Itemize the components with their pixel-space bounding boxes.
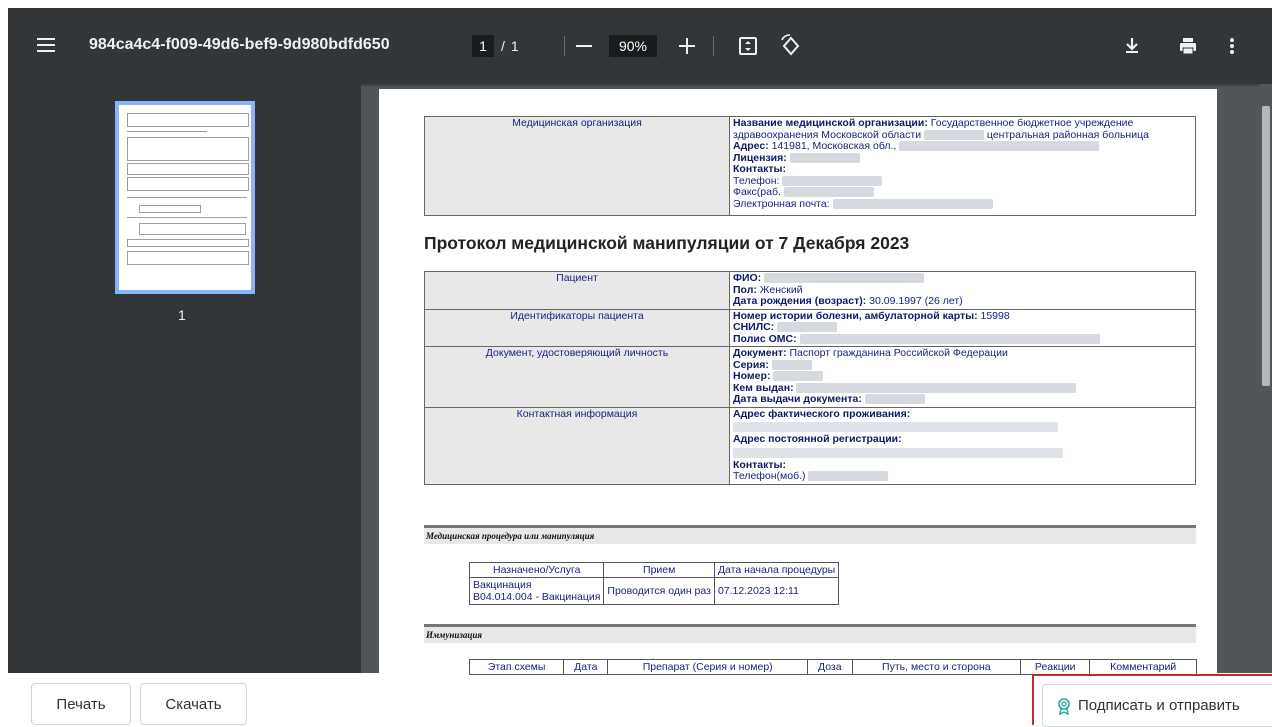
patient-table: Пациент ФИО: Пол: Женский Дата рождения … xyxy=(424,271,1196,485)
immunization-table: Этап схемы Дата Препарат (Серия и номер)… xyxy=(468,659,1197,675)
redacted xyxy=(733,447,1063,458)
sign-button-label: Подписать и отправить xyxy=(1078,697,1240,714)
procedure-section: Медицинская процедура или манипуляция xyxy=(424,525,1196,544)
procedure-table: Назначено/Услуга Прием Дата начала проце… xyxy=(468,562,840,605)
org-table: Медицинская организация Название медицин… xyxy=(424,116,1196,216)
procedure-header: Медицинская процедура или манипуляция xyxy=(424,528,1196,544)
document-heading: Протокол медицинской манипуляции от 7 Де… xyxy=(424,233,910,253)
pdf-toolbar: 984ca4c4-f009-49d6-bef9-9d980bdfd650 1 /… xyxy=(8,8,1272,84)
redacted xyxy=(832,198,993,209)
page-indicator: 1 / 1 xyxy=(472,35,519,57)
redacted xyxy=(764,273,925,284)
immunization-header: Иммунизация xyxy=(424,627,1196,643)
redacted xyxy=(789,152,860,163)
zoom-out-icon[interactable] xyxy=(573,32,595,60)
toolbar-divider xyxy=(564,36,565,56)
sign-highlight-frame: Подписать и отправить xyxy=(1032,674,1272,727)
download-icon[interactable] xyxy=(1121,32,1143,60)
redacted xyxy=(808,471,889,482)
redacted xyxy=(864,394,925,405)
page-separator: / xyxy=(501,38,505,54)
pdf-page: Медицинская организация Название медицин… xyxy=(379,89,1217,709)
page-total: 1 xyxy=(510,38,519,54)
immunization-section: Иммунизация xyxy=(424,624,1196,643)
thumbnail-sidebar: 1 xyxy=(8,84,361,673)
zoom-level[interactable]: 90% xyxy=(609,35,657,57)
zoom-in-icon[interactable] xyxy=(676,32,698,60)
print-icon[interactable] xyxy=(1176,32,1200,60)
redacted xyxy=(777,322,838,333)
vertical-scrollbar[interactable] xyxy=(1260,84,1272,673)
download-button[interactable]: Скачать xyxy=(140,683,247,725)
more-icon[interactable] xyxy=(1224,32,1240,60)
page-number-input[interactable]: 1 xyxy=(472,35,494,57)
redacted xyxy=(899,141,1100,152)
thumbnail-page-number: 1 xyxy=(178,307,186,323)
redacted xyxy=(924,129,984,140)
org-label: Медицинская организация xyxy=(424,116,730,216)
redacted xyxy=(799,333,1100,344)
sign-and-send-button[interactable]: Подписать и отправить xyxy=(1042,684,1272,727)
redacted xyxy=(782,175,883,186)
certificate-icon xyxy=(1058,697,1070,715)
toolbar-divider xyxy=(713,36,714,56)
rotate-icon[interactable] xyxy=(778,32,804,60)
print-button[interactable]: Печать xyxy=(31,683,131,725)
redacted xyxy=(773,371,824,382)
org-name-val: Государственное бюджетное учреждение xyxy=(930,117,1134,129)
scrollbar-thumb[interactable] xyxy=(1262,106,1270,386)
menu-icon[interactable] xyxy=(34,36,58,54)
redacted xyxy=(796,382,1077,393)
redacted xyxy=(783,187,874,198)
org-name-key: Название медицинской организации: xyxy=(733,117,928,129)
redacted xyxy=(771,359,812,370)
redacted xyxy=(733,422,1058,432)
document-title: 984ca4c4-f009-49d6-bef9-9d980bdfd650 xyxy=(89,36,390,53)
page-thumbnail[interactable] xyxy=(115,101,255,294)
fit-page-icon[interactable] xyxy=(736,32,760,60)
